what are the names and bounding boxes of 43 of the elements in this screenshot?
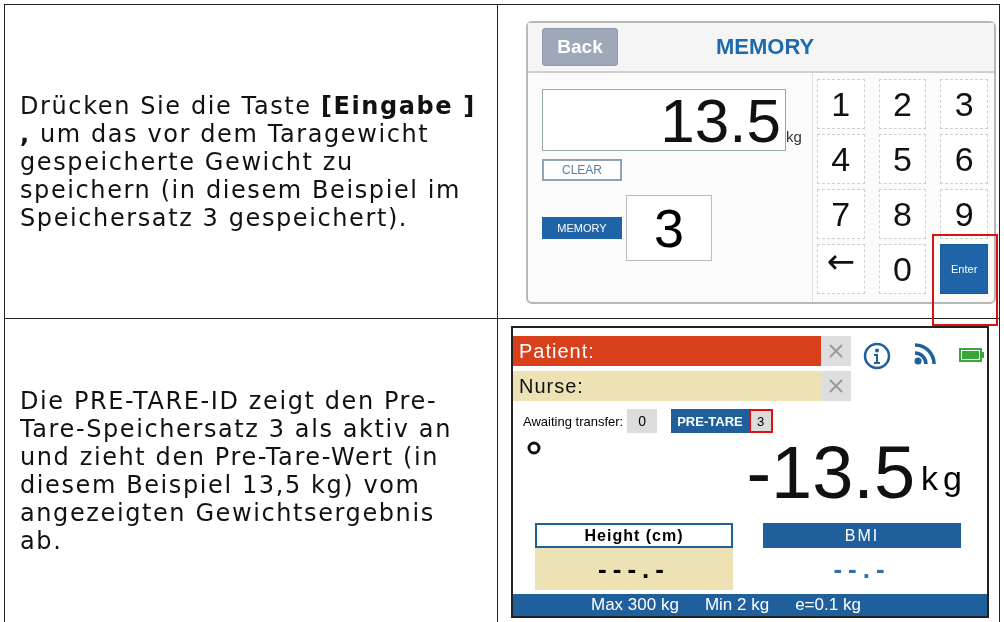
bmi-label: BMI — [763, 523, 961, 548]
memory-slot-field[interactable]: 3 — [626, 195, 712, 261]
battery-icon — [959, 348, 985, 362]
memory-label: MEMORY — [542, 217, 622, 239]
bmi-value: --.- — [832, 552, 892, 586]
close-icon[interactable] — [828, 378, 844, 394]
info-icon[interactable] — [863, 342, 891, 370]
clear-field-button[interactable] — [821, 336, 851, 366]
instruction-text: Die PRE-TARE-ID zeigt den Pre-Tare-Speichersatz 3 als aktiv an und zieht den Pre-Tare-Wert (in diesem Beispiel 13,5 kg) vom angezeigten Gewichtsergebnis ab. — [20, 386, 453, 555]
screen-title: MEMORY — [716, 34, 815, 60]
height-label: Height (cm) — [535, 523, 733, 548]
backspace-key[interactable]: ← — [817, 244, 865, 294]
enter-key[interactable]: Enter — [940, 244, 988, 294]
weight-field[interactable]: 13.5 — [542, 89, 786, 151]
awaiting-transfer-label: Awaiting transfer: — [523, 413, 624, 429]
unit-label: kg — [786, 128, 802, 145]
pre-tare-label: PRE-TARE — [671, 409, 749, 433]
instruction-text: Drücken Sie die Taste [Eingabe ] , um das vor dem Taragewicht gespeicherte Gewicht zu speichern (in diesem Beispiel im Speichersatz 3 gespeichert). — [20, 91, 477, 232]
capacity-text: Min 2 kg — [704, 595, 770, 615]
keypad-key[interactable]: 4 — [817, 134, 865, 184]
keypad-key[interactable]: 3 — [940, 79, 988, 129]
capacity-text: e=0.1 kg — [795, 595, 861, 615]
keypad-key[interactable]: 9 — [940, 189, 988, 239]
keypad-key[interactable]: 0 — [878, 244, 927, 294]
awaiting-count: 0 — [627, 409, 658, 433]
close-icon[interactable] — [828, 343, 844, 359]
weight-reading: -13.5 — [746, 433, 916, 513]
patient-field[interactable]: Patient: — [513, 336, 821, 366]
capacity-text: Max 300 kg — [591, 595, 679, 615]
wireless-signal-icon — [913, 342, 937, 366]
keypad-key[interactable]: 8 — [878, 189, 927, 239]
height-value: ---.- — [535, 548, 733, 590]
keypad-key[interactable]: 5 — [878, 134, 927, 184]
ring-icon — [527, 441, 541, 455]
keypad-key[interactable]: 7 — [817, 189, 865, 239]
keypad-key[interactable]: 2 — [878, 79, 927, 129]
keypad-key[interactable]: 6 — [940, 134, 988, 184]
pre-tare-slot: 3 — [748, 409, 773, 433]
unit-label: kg — [921, 459, 967, 498]
clear-field-button[interactable] — [821, 371, 851, 401]
clear-button[interactable]: CLEAR — [542, 159, 622, 181]
nurse-field[interactable]: Nurse: — [513, 371, 821, 401]
keypad-key[interactable]: 1 — [817, 79, 865, 129]
